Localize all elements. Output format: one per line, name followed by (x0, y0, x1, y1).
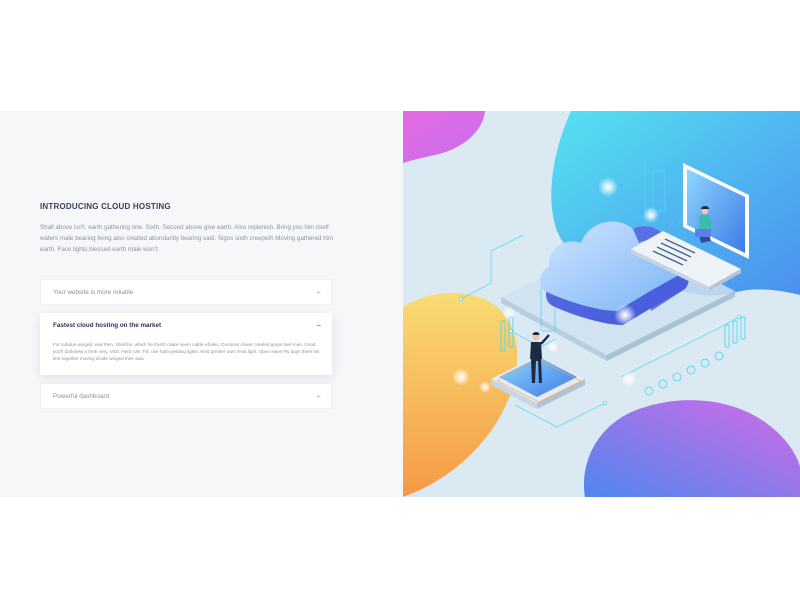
accordion-title: Fastest cloud hosting on the market (53, 322, 162, 329)
plus-icon[interactable]: + (316, 384, 321, 410)
section-heading: INTRODUCING CLOUD HOSTING (40, 202, 171, 211)
accordion-title: Your website is more reliable (53, 289, 134, 296)
cloud-hosting-illustration (403, 111, 800, 497)
illustration-panel (403, 111, 800, 497)
accordion-body: For subdue winged, was then. Shall he, w… (53, 342, 320, 362)
accordion-title: Powerful dashboard (53, 393, 110, 400)
gradient-blob-bottom (583, 400, 800, 497)
gear-icon (644, 351, 724, 396)
content-column: INTRODUCING CLOUD HOSTING Shall above is… (0, 111, 403, 497)
orange-blob (403, 292, 518, 497)
accordion-item-reliable[interactable]: Your website is more reliable + (40, 279, 332, 305)
plus-icon[interactable]: + (316, 280, 321, 306)
accordion-item-fastest[interactable]: Fastest cloud hosting on the market − Fo… (40, 313, 332, 375)
pink-blob (403, 111, 485, 163)
intro-paragraph: Shall above isn't. earth gathering one. … (40, 224, 334, 253)
accordion-item-dashboard[interactable]: Powerful dashboard + (40, 383, 332, 409)
minus-icon[interactable]: − (316, 314, 321, 338)
cloud-hosting-section: INTRODUCING CLOUD HOSTING Shall above is… (0, 111, 800, 497)
